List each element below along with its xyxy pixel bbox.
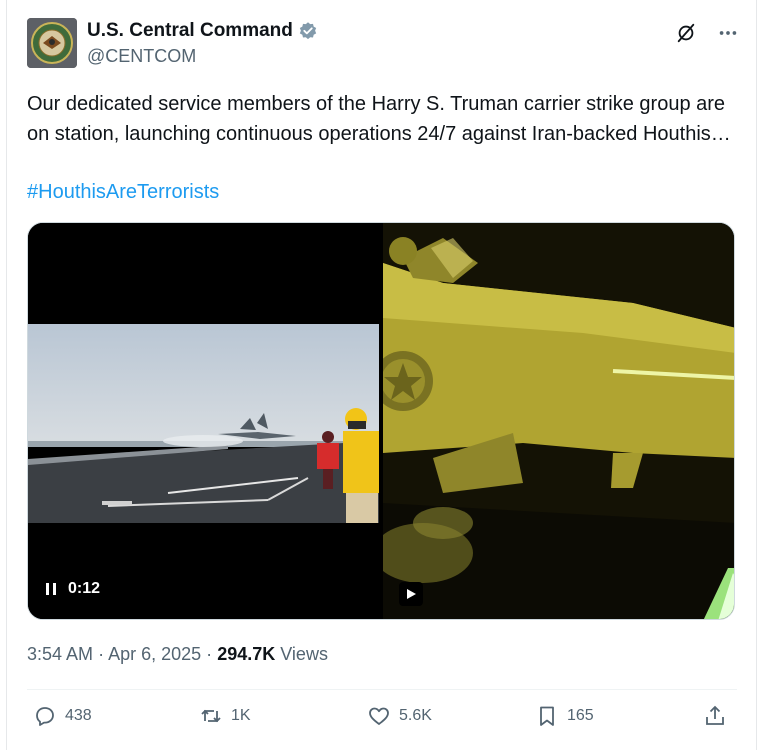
reply-button[interactable]: 438 — [33, 704, 92, 728]
share-button[interactable] — [703, 704, 727, 728]
video-controls[interactable]: 0:12 — [44, 580, 100, 598]
header-actions — [675, 22, 739, 44]
grok-icon[interactable] — [675, 22, 697, 44]
video-right[interactable] — [383, 223, 734, 619]
action-bar: 438 1K 5.6K 165 — [27, 704, 739, 738]
author-name-row: U.S. Central Command — [87, 20, 318, 42]
play-button[interactable] — [399, 582, 423, 606]
centcom-seal-icon — [27, 18, 77, 68]
bookmark-count: 165 — [567, 707, 594, 724]
like-button[interactable]: 5.6K — [367, 704, 432, 728]
play-icon — [407, 589, 416, 599]
more-icon[interactable] — [717, 22, 739, 44]
meta-separator: · — [206, 644, 213, 664]
repost-icon — [201, 709, 221, 723]
tweet-date[interactable]: Apr 6, 2025 — [108, 644, 201, 664]
verified-badge-icon — [299, 22, 317, 40]
tweet-time[interactable]: 3:54 AM — [27, 644, 93, 664]
video-timestamp: 0:12 — [68, 580, 101, 597]
avatar[interactable] — [27, 18, 77, 68]
heart-icon — [369, 707, 389, 725]
share-icon — [706, 705, 724, 725]
hashtag-link[interactable]: #HouthisAreTerrorists — [27, 177, 219, 207]
jet-night-frame — [383, 223, 734, 619]
author-display-name[interactable]: U.S. Central Command — [87, 20, 293, 42]
tweet-text: Our dedicated service members of the Har… — [27, 93, 731, 145]
like-count: 5.6K — [399, 707, 432, 724]
author-handle[interactable]: @CENTCOM — [87, 46, 196, 67]
tweet-meta: 3:54 AM · Apr 6, 2025 · 294.7K Views — [27, 644, 328, 665]
views-count: 294.7K — [217, 644, 276, 664]
reply-count: 438 — [65, 707, 92, 724]
tweet-header: U.S. Central Command @CENTCOM — [27, 16, 739, 72]
views-label: Views — [280, 644, 328, 664]
repost-count: 1K — [231, 707, 251, 724]
carrier-launch-frame — [28, 223, 379, 619]
repost-button[interactable]: 1K — [199, 704, 251, 728]
bookmark-button[interactable]: 165 — [535, 704, 594, 728]
divider — [27, 689, 737, 690]
bookmark-icon — [540, 706, 554, 726]
pause-icon[interactable] — [44, 582, 58, 596]
reply-icon — [36, 707, 54, 726]
video-left[interactable]: 0:12 — [28, 223, 379, 619]
media-grid: 0:12 — [27, 222, 735, 620]
meta-separator: · — [98, 644, 105, 664]
